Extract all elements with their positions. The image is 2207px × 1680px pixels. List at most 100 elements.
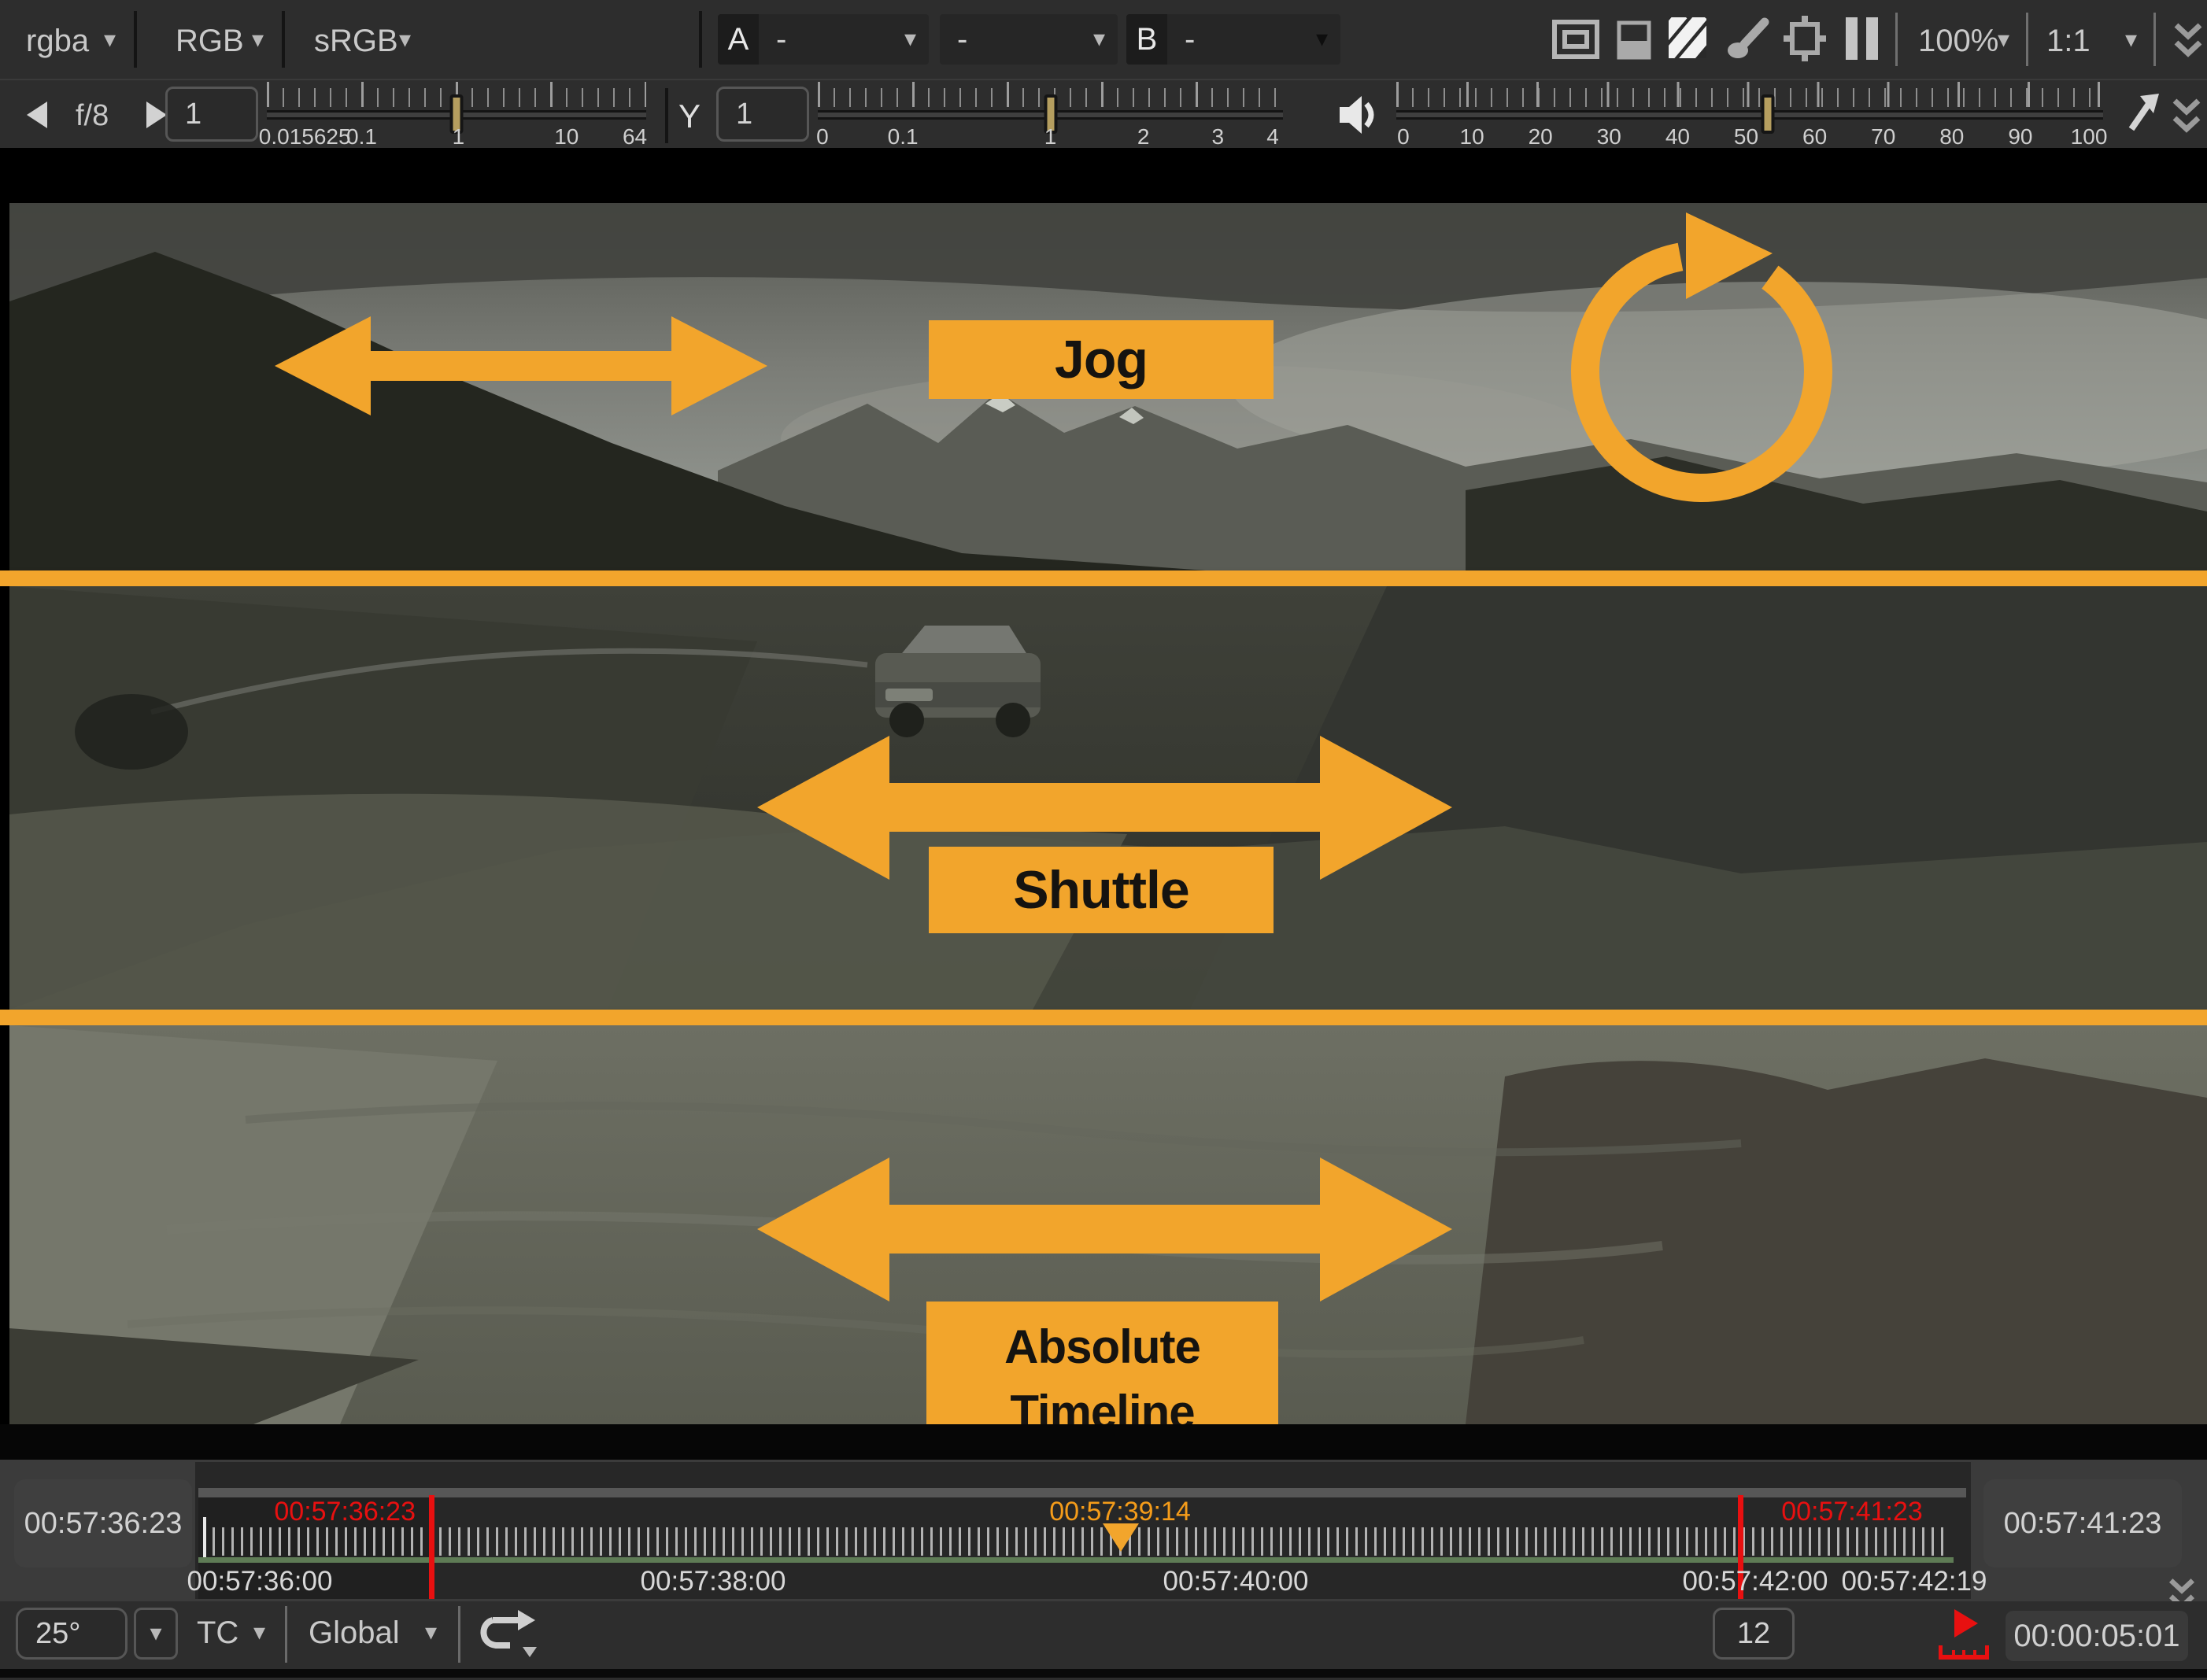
viewer-window: rgba ▾ RGB ▾ sRGB ▾ A - ▾ - ▾ B - ▾ [0,0,2207,1680]
input-a-select[interactable]: A - ▾ [718,14,929,65]
display-window-icon[interactable] [1552,17,1599,61]
gamma-input[interactable] [716,87,809,142]
timecode-mode-select[interactable]: TC [197,1615,238,1651]
tick-label: 0 [1397,124,1410,150]
tick-label: 1 [1044,124,1057,150]
chevron-down-icon: ▾ [1998,28,2009,52]
gain-slider[interactable]: 0.015625 0.1 1 10 64 [267,83,646,150]
fps-input[interactable] [16,1608,128,1660]
absolute-timeline-label-line1: Absolute [926,1320,1278,1374]
out-marker-label: 00:57:41:23 [1750,1497,1954,1527]
loop-mode-icon[interactable] [479,1608,545,1663]
channel-set-select[interactable]: rgba [26,24,89,59]
volume-speaker-icon[interactable] [1338,94,1379,135]
input-b-select[interactable]: B - ▾ [1126,14,1340,65]
fstop-label: f/8 [76,99,109,133]
fstop-decrement-button[interactable] [27,102,47,128]
playhead-handle[interactable] [1103,1523,1139,1552]
letterbox-bar [0,1424,2207,1460]
tick-label: 100 [2071,124,2108,150]
playback-range-icon[interactable] [1932,1609,1995,1661]
wipe-split-icon[interactable] [1846,16,1879,61]
transport-divider [458,1606,460,1663]
first-frame-tick [203,1517,206,1558]
duration-display[interactable]: 00:00:05:01 [2006,1611,2188,1661]
gamma-slider[interactable]: 0 0.1 1 2 3 4 [818,83,1283,150]
input-b-label: B [1126,14,1167,65]
bottom-edge-bar [0,1669,2207,1678]
tick-label: 50 [1734,124,1758,150]
input-a-label: A [718,14,759,65]
toolbar-divider [282,11,285,68]
tick-label: 0.015625 [259,124,351,150]
timeline-ruler[interactable]: 00:57:36:23 00:57:39:14 00:57:41:23 00:5… [195,1462,1971,1599]
input-a-value: - [776,22,904,57]
collapse-double-chevron-icon[interactable] [2174,20,2202,60]
gain-input[interactable] [165,87,258,142]
tick-label: 60 [1802,124,1827,150]
jog-label: Jog [929,320,1274,399]
chevron-down-icon: ▾ [253,1621,265,1645]
frame-range-select[interactable]: Global [309,1615,400,1651]
tick-label: 10 [554,124,579,150]
ruler-label: 00:57:36:00 [134,1566,386,1597]
tick-label: 1 [453,124,465,150]
chevron-down-icon: ▾ [1093,28,1105,51]
chevron-down-icon: ▾ [904,28,916,51]
out-point-display[interactable]: 00:57:41:23 [1983,1479,2182,1567]
chevron-down-icon: ▾ [2125,28,2137,52]
jog-arrow-icon [275,316,767,415]
chevron-down-icon: ▾ [425,1621,437,1645]
volume-slider[interactable]: 0 10 20 30 40 50 60 70 80 90 100 [1396,83,2103,150]
zoom-level-select[interactable]: 100% [1918,24,1998,59]
tick-label: 0.1 [888,124,919,150]
fstop-increment-button[interactable] [146,102,167,128]
chevron-down-icon: ▾ [1316,28,1328,51]
pointer-arrow-icon[interactable] [2127,90,2161,135]
fps-dropdown-button[interactable]: ▾ [134,1608,178,1660]
overlay-divider-line [0,570,2207,586]
tick-label: 10 [1460,124,1484,150]
chevron-down-icon: ▾ [252,28,264,52]
collapse-double-chevron-icon[interactable] [2172,96,2201,135]
tick-label: 70 [1871,124,1895,150]
format-gate-icon[interactable] [1784,16,1826,61]
ruler-labels: 00:57:36:00 00:57:38:00 00:57:40:00 00:5… [195,1566,1971,1597]
tick-label: 4 [1266,124,1279,150]
ruler-label: 00:57:40:00 [1110,1566,1362,1597]
pixel-aspect-select[interactable]: 1:1 [2046,24,2091,59]
viewer-colorspace-select[interactable]: sRGB [314,24,398,59]
shuttle-label: Shuttle [929,847,1274,933]
ruler-label: 00:57:42:19 [1788,1566,2040,1597]
timeline-panel: 00:57:36:23 00:57:36:23 00:57:39:14 00:5… [0,1460,2207,1601]
gamma-label: Y [678,98,701,135]
checkerboard-wipe-icon[interactable] [1669,17,1708,60]
toolbar-divider [699,11,702,68]
toolbar-divider [1895,13,1898,66]
absolute-timeline-arrow-icon [757,1158,1452,1302]
toolbar-divider [665,88,668,143]
frame-skip-input[interactable] [1713,1608,1795,1660]
tick-label: 80 [1939,124,1964,150]
tick-label: 64 [623,124,647,150]
transport-divider [285,1606,287,1663]
toolbar-divider [2026,13,2028,66]
display-channels-select[interactable]: RGB [176,24,244,59]
in-point-display[interactable]: 00:57:36:23 [14,1479,192,1567]
tick-label: 3 [1211,124,1224,150]
ruler-label: 00:57:38:00 [587,1566,839,1597]
viewer-canvas[interactable]: Jog [0,148,2207,1460]
tick-label: 90 [2008,124,2032,150]
overlay-divider-line [0,1010,2207,1025]
tick-label: 30 [1597,124,1621,150]
compare-mode-select[interactable]: - ▾ [940,14,1118,65]
chevron-down-icon: ▾ [399,28,411,52]
tick-label: 0.1 [346,124,377,150]
roi-brush-icon[interactable] [1727,16,1769,60]
toolbar-divider [134,11,137,68]
proxy-toggle-icon[interactable] [1617,20,1651,60]
slider-major-ticks [1396,82,2103,107]
tick-label: 2 [1137,124,1150,150]
volume-slider-handle[interactable] [1762,94,1775,134]
tick-label: 20 [1529,124,1553,150]
